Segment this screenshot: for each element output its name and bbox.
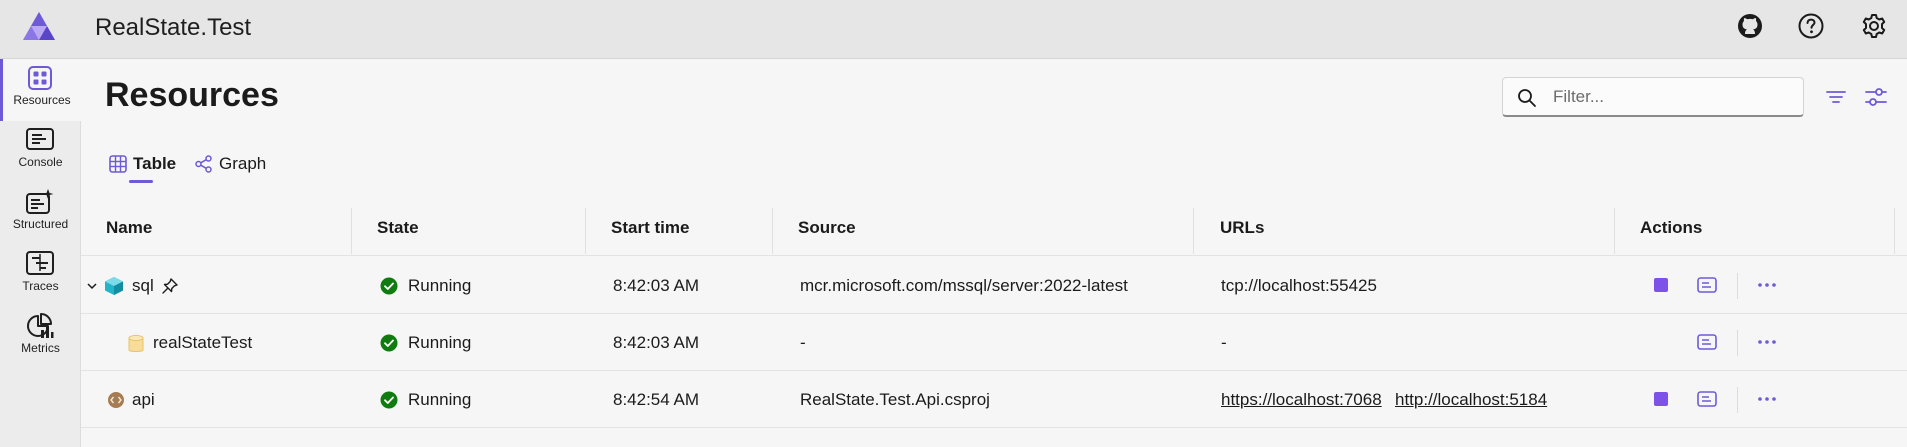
running-status-icon — [380, 334, 398, 352]
resource-name[interactable]: realStateTest — [153, 333, 252, 353]
state-label: Running — [408, 276, 472, 295]
start-time: 8:42:03 AM — [613, 333, 700, 352]
tab-graph[interactable]: Graph — [195, 152, 285, 182]
source: mcr.microsoft.com/mssql/server:2022-late… — [800, 276, 1128, 295]
sidebar-item-label: Traces — [22, 279, 59, 293]
aspire-logo-icon[interactable] — [22, 11, 56, 41]
resource-name[interactable]: api — [132, 390, 155, 410]
url-link-http: http://localhost:5184 — [1395, 390, 1547, 410]
console-logs-icon[interactable] — [1695, 387, 1719, 411]
table-icon — [109, 155, 127, 173]
settings-icon[interactable] — [1860, 12, 1888, 40]
action-divider — [1737, 387, 1738, 413]
url-link[interactable]: http://localhost:5184 — [1395, 390, 1547, 409]
page-title: Resources — [105, 76, 279, 114]
container-icon — [105, 277, 123, 295]
structured-logs-icon — [26, 189, 54, 214]
column-header-state[interactable]: State — [377, 218, 419, 238]
source: - — [800, 333, 806, 352]
column-header-urls[interactable]: URLs — [1220, 218, 1264, 238]
tab-label: Graph — [219, 154, 267, 173]
sidebar-item-traces[interactable]: Traces — [0, 245, 81, 307]
column-header-source[interactable]: Source — [798, 218, 856, 238]
more-icon[interactable] — [1755, 330, 1779, 354]
filter-icon[interactable] — [1824, 85, 1848, 109]
column-header-actions[interactable]: Actions — [1640, 218, 1702, 238]
stop-icon[interactable] — [1649, 273, 1673, 297]
state-label: Running — [408, 333, 472, 352]
more-icon[interactable] — [1755, 273, 1779, 297]
project-icon — [108, 392, 124, 408]
filter-input[interactable] — [1553, 85, 1793, 109]
url-link-https: https://localhost:7068 — [1221, 390, 1382, 410]
column-header-name[interactable]: Name — [106, 218, 152, 238]
tab-label: Table — [133, 154, 177, 173]
state-label: Running — [408, 390, 472, 409]
column-header-start-time[interactable]: Start time — [611, 218, 689, 238]
running-status-icon — [380, 391, 398, 409]
app-title: RealState.Test — [95, 14, 252, 41]
sidebar-item-label: Resources — [13, 93, 71, 107]
url-text: - — [1221, 333, 1227, 352]
active-tab-indicator — [129, 180, 153, 183]
chevron-down-icon[interactable] — [86, 280, 98, 292]
action-divider — [1737, 273, 1738, 299]
column-divider[interactable] — [1193, 208, 1194, 254]
start-time: 8:42:54 AM — [613, 390, 700, 409]
row-divider — [81, 427, 1907, 428]
column-divider[interactable] — [1614, 208, 1615, 254]
sidebar-item-console[interactable]: Console — [0, 121, 81, 183]
more-icon[interactable] — [1755, 387, 1779, 411]
sidebar-item-label: Metrics — [21, 341, 60, 355]
header-divider — [81, 255, 1907, 256]
github-icon[interactable] — [1736, 12, 1764, 40]
sidebar-item-metrics[interactable]: Metrics — [0, 307, 81, 369]
resource-name[interactable]: sql — [132, 276, 154, 296]
row-divider — [81, 370, 1907, 371]
source: RealState.Test.Api.csproj — [800, 390, 990, 409]
url-link[interactable]: https://localhost:7068 — [1221, 390, 1382, 409]
metrics-icon — [27, 313, 54, 338]
pin-icon[interactable] — [161, 277, 179, 295]
sidebar-item-label: Structured — [12, 217, 69, 231]
sidebar-item-resources[interactable]: Resources — [0, 59, 81, 121]
column-divider[interactable] — [351, 208, 352, 254]
tab-table[interactable]: Table — [109, 152, 189, 182]
top-header: RealState.Test — [0, 0, 1907, 59]
running-status-icon — [380, 277, 398, 295]
column-divider[interactable] — [1894, 208, 1895, 254]
action-divider — [1737, 330, 1738, 356]
database-icon — [128, 334, 144, 352]
resources-icon — [28, 66, 52, 90]
traces-icon — [26, 251, 54, 275]
console-icon — [26, 128, 54, 150]
search-icon — [1518, 89, 1536, 107]
row-divider — [81, 313, 1907, 314]
stop-icon[interactable] — [1649, 387, 1673, 411]
url-text: tcp://localhost:55425 — [1221, 276, 1377, 295]
graph-icon — [195, 155, 212, 173]
sidebar-item-label: Console — [18, 155, 63, 169]
options-sliders-icon[interactable] — [1864, 85, 1888, 109]
filter-box — [1502, 77, 1804, 117]
start-time: 8:42:03 AM — [613, 276, 700, 295]
sidebar: Resources Console Structured Traces Metr… — [0, 59, 81, 447]
console-logs-icon[interactable] — [1695, 273, 1719, 297]
column-divider[interactable] — [772, 208, 773, 254]
help-icon[interactable] — [1797, 12, 1825, 40]
console-logs-icon[interactable] — [1695, 330, 1719, 354]
column-divider[interactable] — [585, 208, 586, 254]
sidebar-item-structured[interactable]: Structured — [0, 183, 81, 245]
